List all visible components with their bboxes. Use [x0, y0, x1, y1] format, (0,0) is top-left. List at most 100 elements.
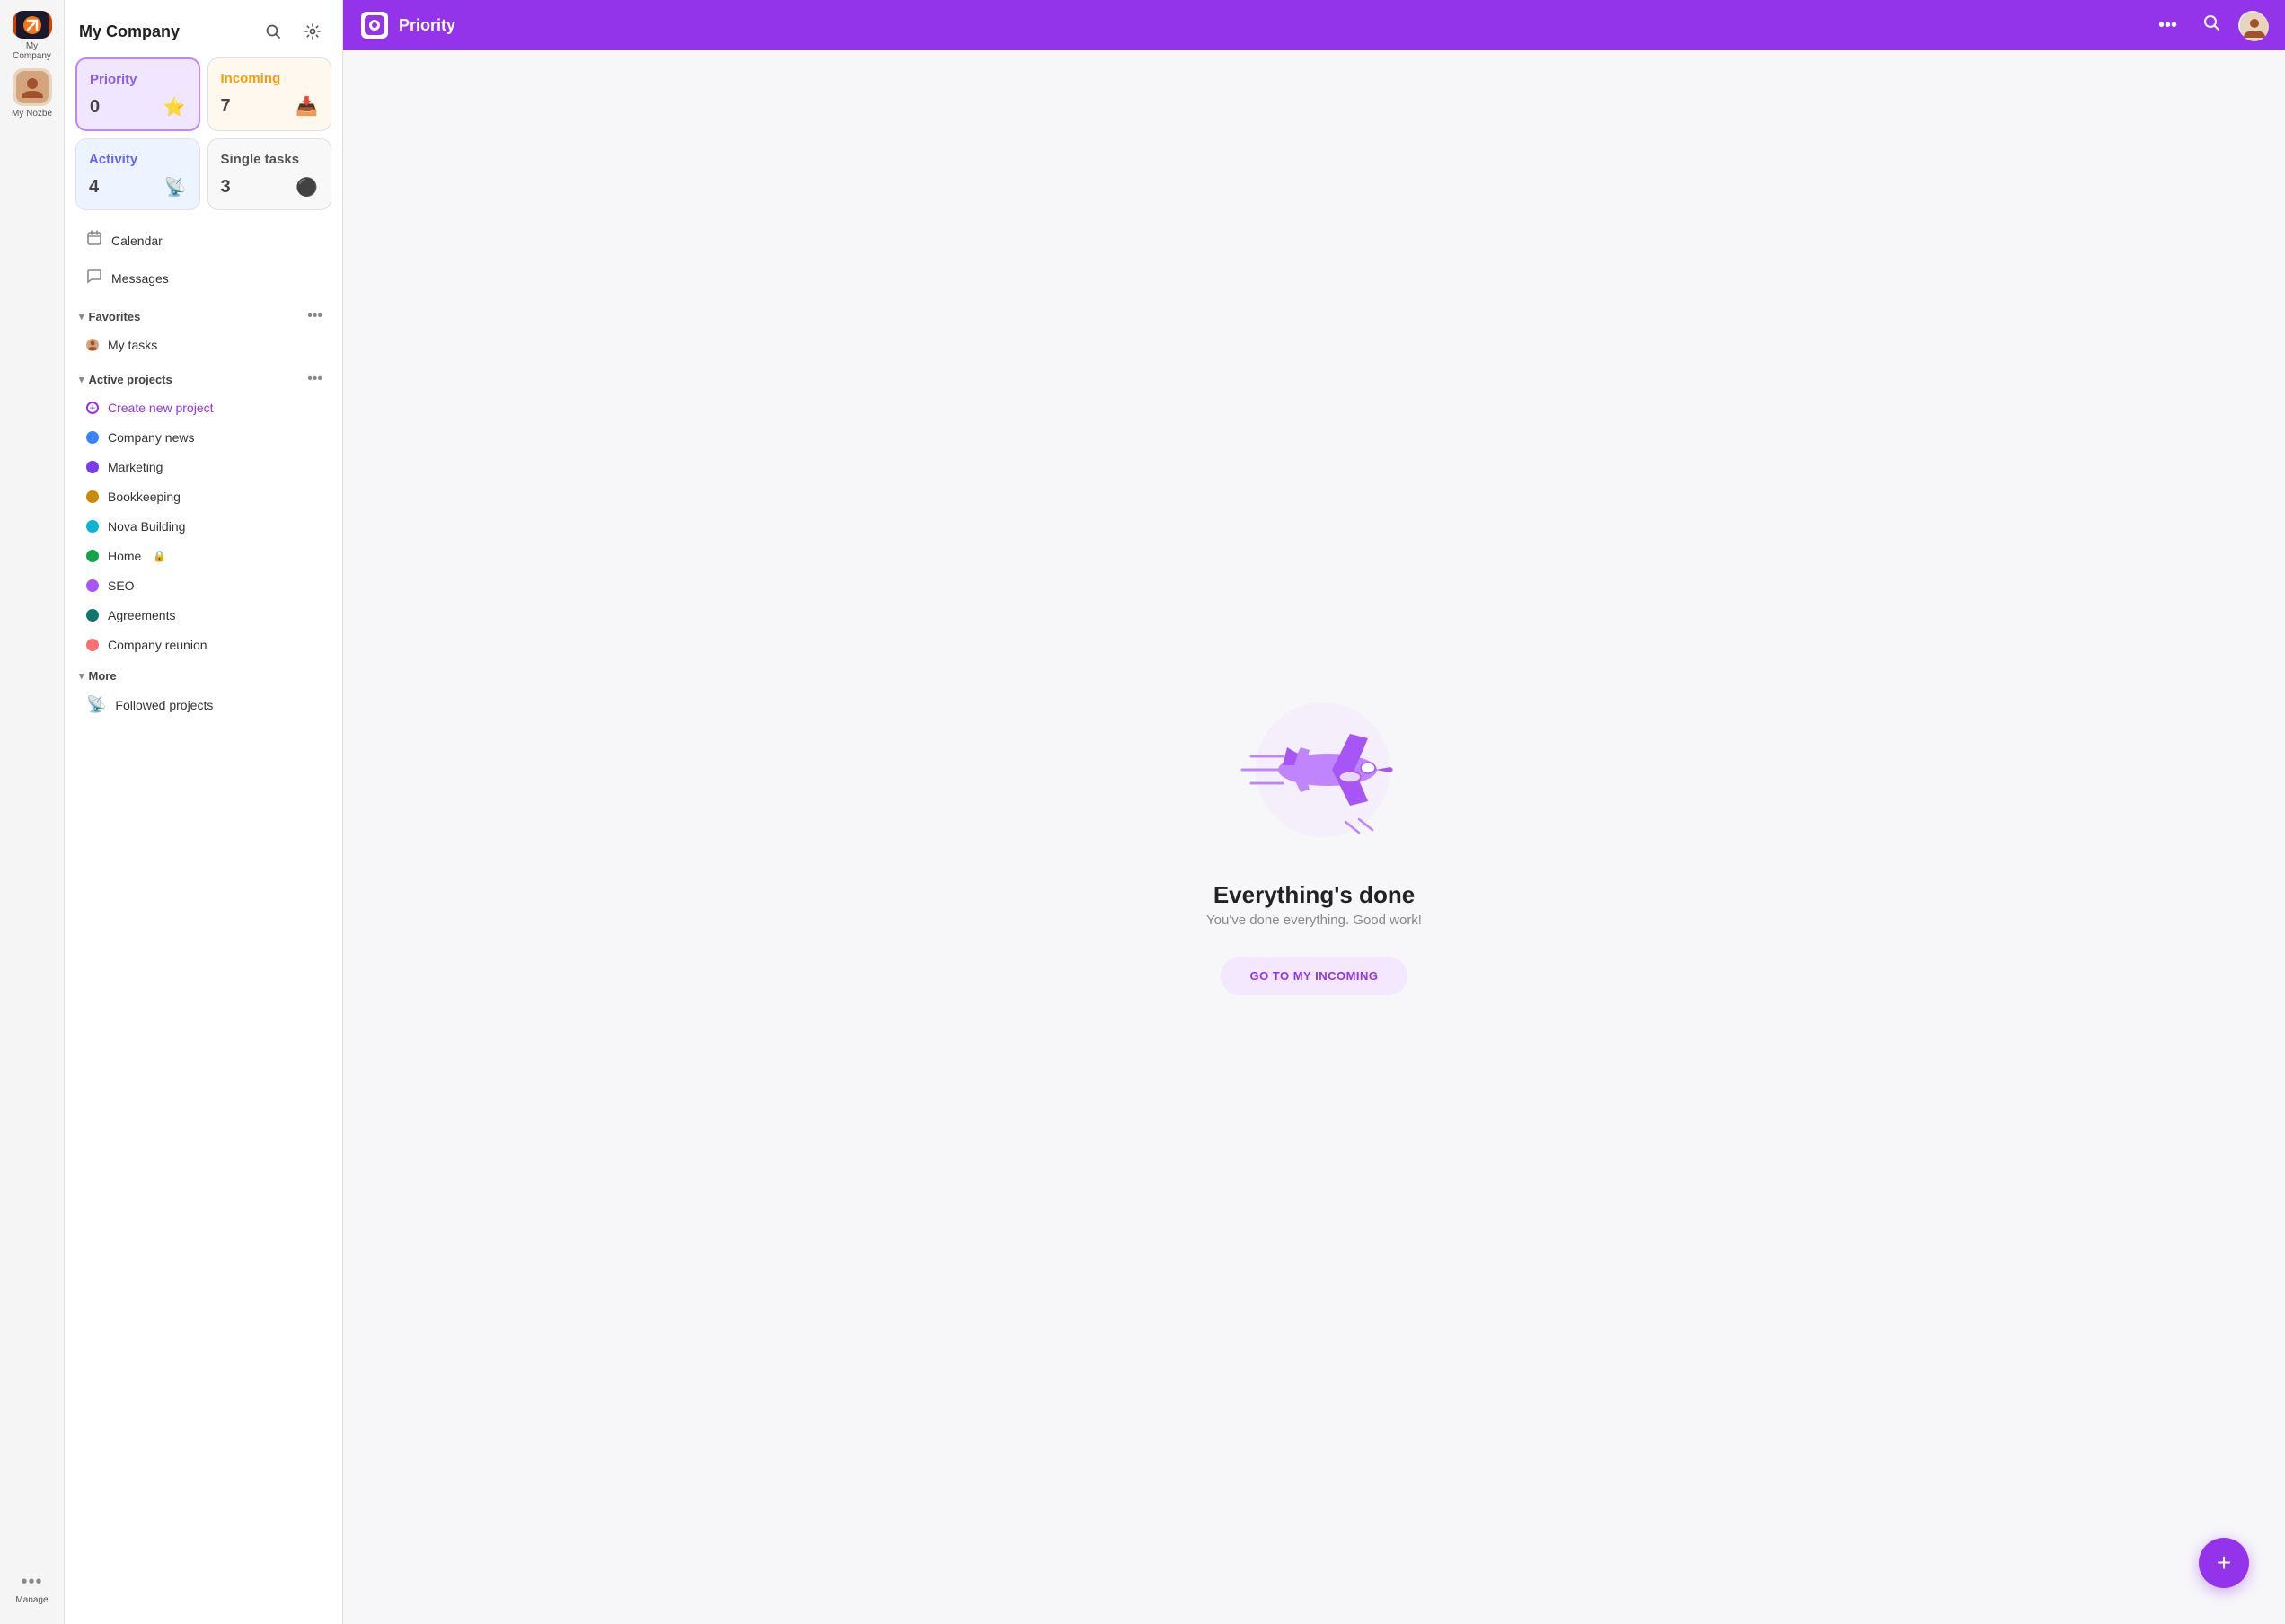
my-tasks-item[interactable]: My tasks	[72, 331, 335, 359]
messages-label: Messages	[111, 271, 169, 286]
sidebar-header: My Company	[65, 0, 342, 57]
calendar-icon	[86, 230, 102, 251]
single-tasks-card-label: Single tasks	[221, 152, 319, 167]
home-dot-icon	[86, 550, 99, 562]
messages-icon	[86, 268, 102, 288]
everything-done-text-block: Everything's done You've done everything…	[1206, 881, 1422, 928]
single-tasks-card-footer: 3 ⚫	[221, 176, 319, 199]
incoming-inbox-icon: 📥	[296, 95, 318, 118]
more-section-header: ▾ More	[65, 660, 342, 686]
my-nozbe-icon-item[interactable]: My Nozbe	[7, 68, 57, 119]
home-label: Home	[108, 549, 141, 563]
project-item-home[interactable]: Home 🔒	[72, 542, 335, 570]
company-avatar	[13, 11, 52, 39]
topbar-user-avatar[interactable]	[2238, 11, 2267, 40]
topbar: Priority •••	[343, 0, 2285, 50]
project-item-seo[interactable]: SEO	[72, 571, 335, 600]
sidebar: My Company Priority 0	[65, 0, 343, 1624]
seo-dot-icon	[86, 579, 99, 592]
incoming-card-label: Incoming	[221, 71, 319, 86]
create-project-item[interactable]: + Create new project	[72, 393, 335, 422]
calendar-nav-item[interactable]: Calendar	[72, 222, 335, 259]
topbar-more-button[interactable]: •••	[2151, 12, 2184, 40]
topbar-logo	[361, 12, 388, 39]
everything-done-subtitle: You've done everything. Good work!	[1206, 913, 1422, 928]
create-project-label: Create new project	[108, 401, 214, 415]
calendar-label: Calendar	[111, 234, 163, 248]
favorites-section-header: ▾ Favorites •••	[65, 297, 342, 330]
single-tasks-count: 3	[221, 177, 231, 198]
sidebar-search-button[interactable]	[258, 16, 288, 47]
agreements-dot-icon	[86, 609, 99, 622]
single-tasks-icon: ⚫	[296, 176, 318, 199]
project-item-agreements[interactable]: Agreements	[72, 601, 335, 630]
more-chevron-icon: ▾	[79, 670, 84, 682]
favorites-more-button[interactable]: •••	[302, 306, 328, 326]
my-company-icon-item[interactable]: My Company	[7, 11, 57, 61]
bookkeeping-dot-icon	[86, 490, 99, 503]
more-title: ▾ More	[79, 669, 117, 683]
fab-plus-icon: +	[2217, 1549, 2231, 1577]
seo-label: SEO	[108, 578, 135, 593]
project-item-company-reunion[interactable]: Company reunion	[72, 631, 335, 659]
active-projects-section-header: ▾ Active projects •••	[65, 360, 342, 393]
sidebar-cards-grid: Priority 0 ⭐ Incoming 7 📥 Activity 4	[65, 57, 342, 221]
active-projects-chevron-icon: ▾	[79, 374, 84, 385]
sidebar-settings-button[interactable]	[297, 16, 328, 47]
create-plus-icon: +	[86, 402, 99, 414]
app-icon-bar: My Company My Nozbe ••• Manage	[0, 0, 65, 1624]
manage-icon-item[interactable]: ••• Manage	[7, 1563, 57, 1613]
nova-building-dot-icon	[86, 520, 99, 533]
my-tasks-avatar-icon	[86, 339, 99, 351]
active-projects-title: ▾ Active projects	[79, 373, 172, 386]
activity-card-footer: 4 📡	[89, 176, 187, 199]
main-content: Everything's done You've done everything…	[343, 50, 2285, 1624]
bookkeeping-label: Bookkeeping	[108, 490, 181, 504]
fab-create-button[interactable]: +	[2199, 1538, 2249, 1588]
followed-projects-item[interactable]: 📡 Followed projects	[72, 687, 335, 722]
priority-star-icon: ⭐	[163, 96, 186, 119]
project-item-bookkeeping[interactable]: Bookkeeping	[72, 482, 335, 511]
airplane-illustration	[1224, 680, 1404, 860]
sidebar-company-name: My Company	[79, 22, 180, 41]
messages-nav-item[interactable]: Messages	[72, 260, 335, 296]
topbar-search-button[interactable]	[2195, 10, 2228, 40]
incoming-count: 7	[221, 96, 231, 117]
single-tasks-card[interactable]: Single tasks 3 ⚫	[207, 138, 332, 210]
activity-feed-icon: 📡	[164, 176, 187, 199]
incoming-card-footer: 7 📥	[221, 95, 319, 118]
priority-card-footer: 0 ⭐	[90, 96, 186, 119]
favorites-chevron-icon: ▾	[79, 311, 84, 322]
company-icon-label: My Company	[7, 41, 57, 61]
my-tasks-label: My tasks	[108, 338, 157, 352]
priority-card-label: Priority	[90, 72, 186, 87]
company-reunion-label: Company reunion	[108, 638, 207, 652]
marketing-label: Marketing	[108, 460, 163, 474]
incoming-card[interactable]: Incoming 7 📥	[207, 57, 332, 131]
main-area: Priority •••	[343, 0, 2285, 1624]
project-item-nova-building[interactable]: Nova Building	[72, 512, 335, 541]
activity-card-label: Activity	[89, 152, 187, 167]
project-item-marketing[interactable]: Marketing	[72, 453, 335, 481]
everything-done-heading: Everything's done	[1206, 881, 1422, 909]
goto-incoming-button[interactable]: GO TO MY INCOMING	[1221, 957, 1407, 995]
nova-building-label: Nova Building	[108, 519, 185, 534]
favorites-title: ▾ Favorites	[79, 310, 140, 323]
project-item-company-news[interactable]: Company news	[72, 423, 335, 452]
manage-label: Manage	[15, 1595, 48, 1605]
home-lock-icon: 🔒	[153, 550, 166, 562]
followed-projects-label: Followed projects	[115, 698, 213, 712]
topbar-title: Priority	[399, 16, 2140, 35]
company-reunion-dot-icon	[86, 639, 99, 651]
sidebar-header-actions	[258, 16, 328, 47]
activity-count: 4	[89, 177, 99, 198]
user-avatar	[13, 68, 52, 106]
activity-card[interactable]: Activity 4 📡	[75, 138, 200, 210]
agreements-label: Agreements	[108, 608, 175, 622]
manage-dots-icon: •••	[21, 1572, 42, 1593]
active-projects-more-button[interactable]: •••	[302, 369, 328, 389]
priority-card[interactable]: Priority 0 ⭐	[75, 57, 200, 131]
company-news-dot-icon	[86, 431, 99, 444]
sidebar-scroll-area: Priority 0 ⭐ Incoming 7 📥 Activity 4	[65, 57, 342, 1624]
my-nozbe-label: My Nozbe	[12, 109, 52, 119]
